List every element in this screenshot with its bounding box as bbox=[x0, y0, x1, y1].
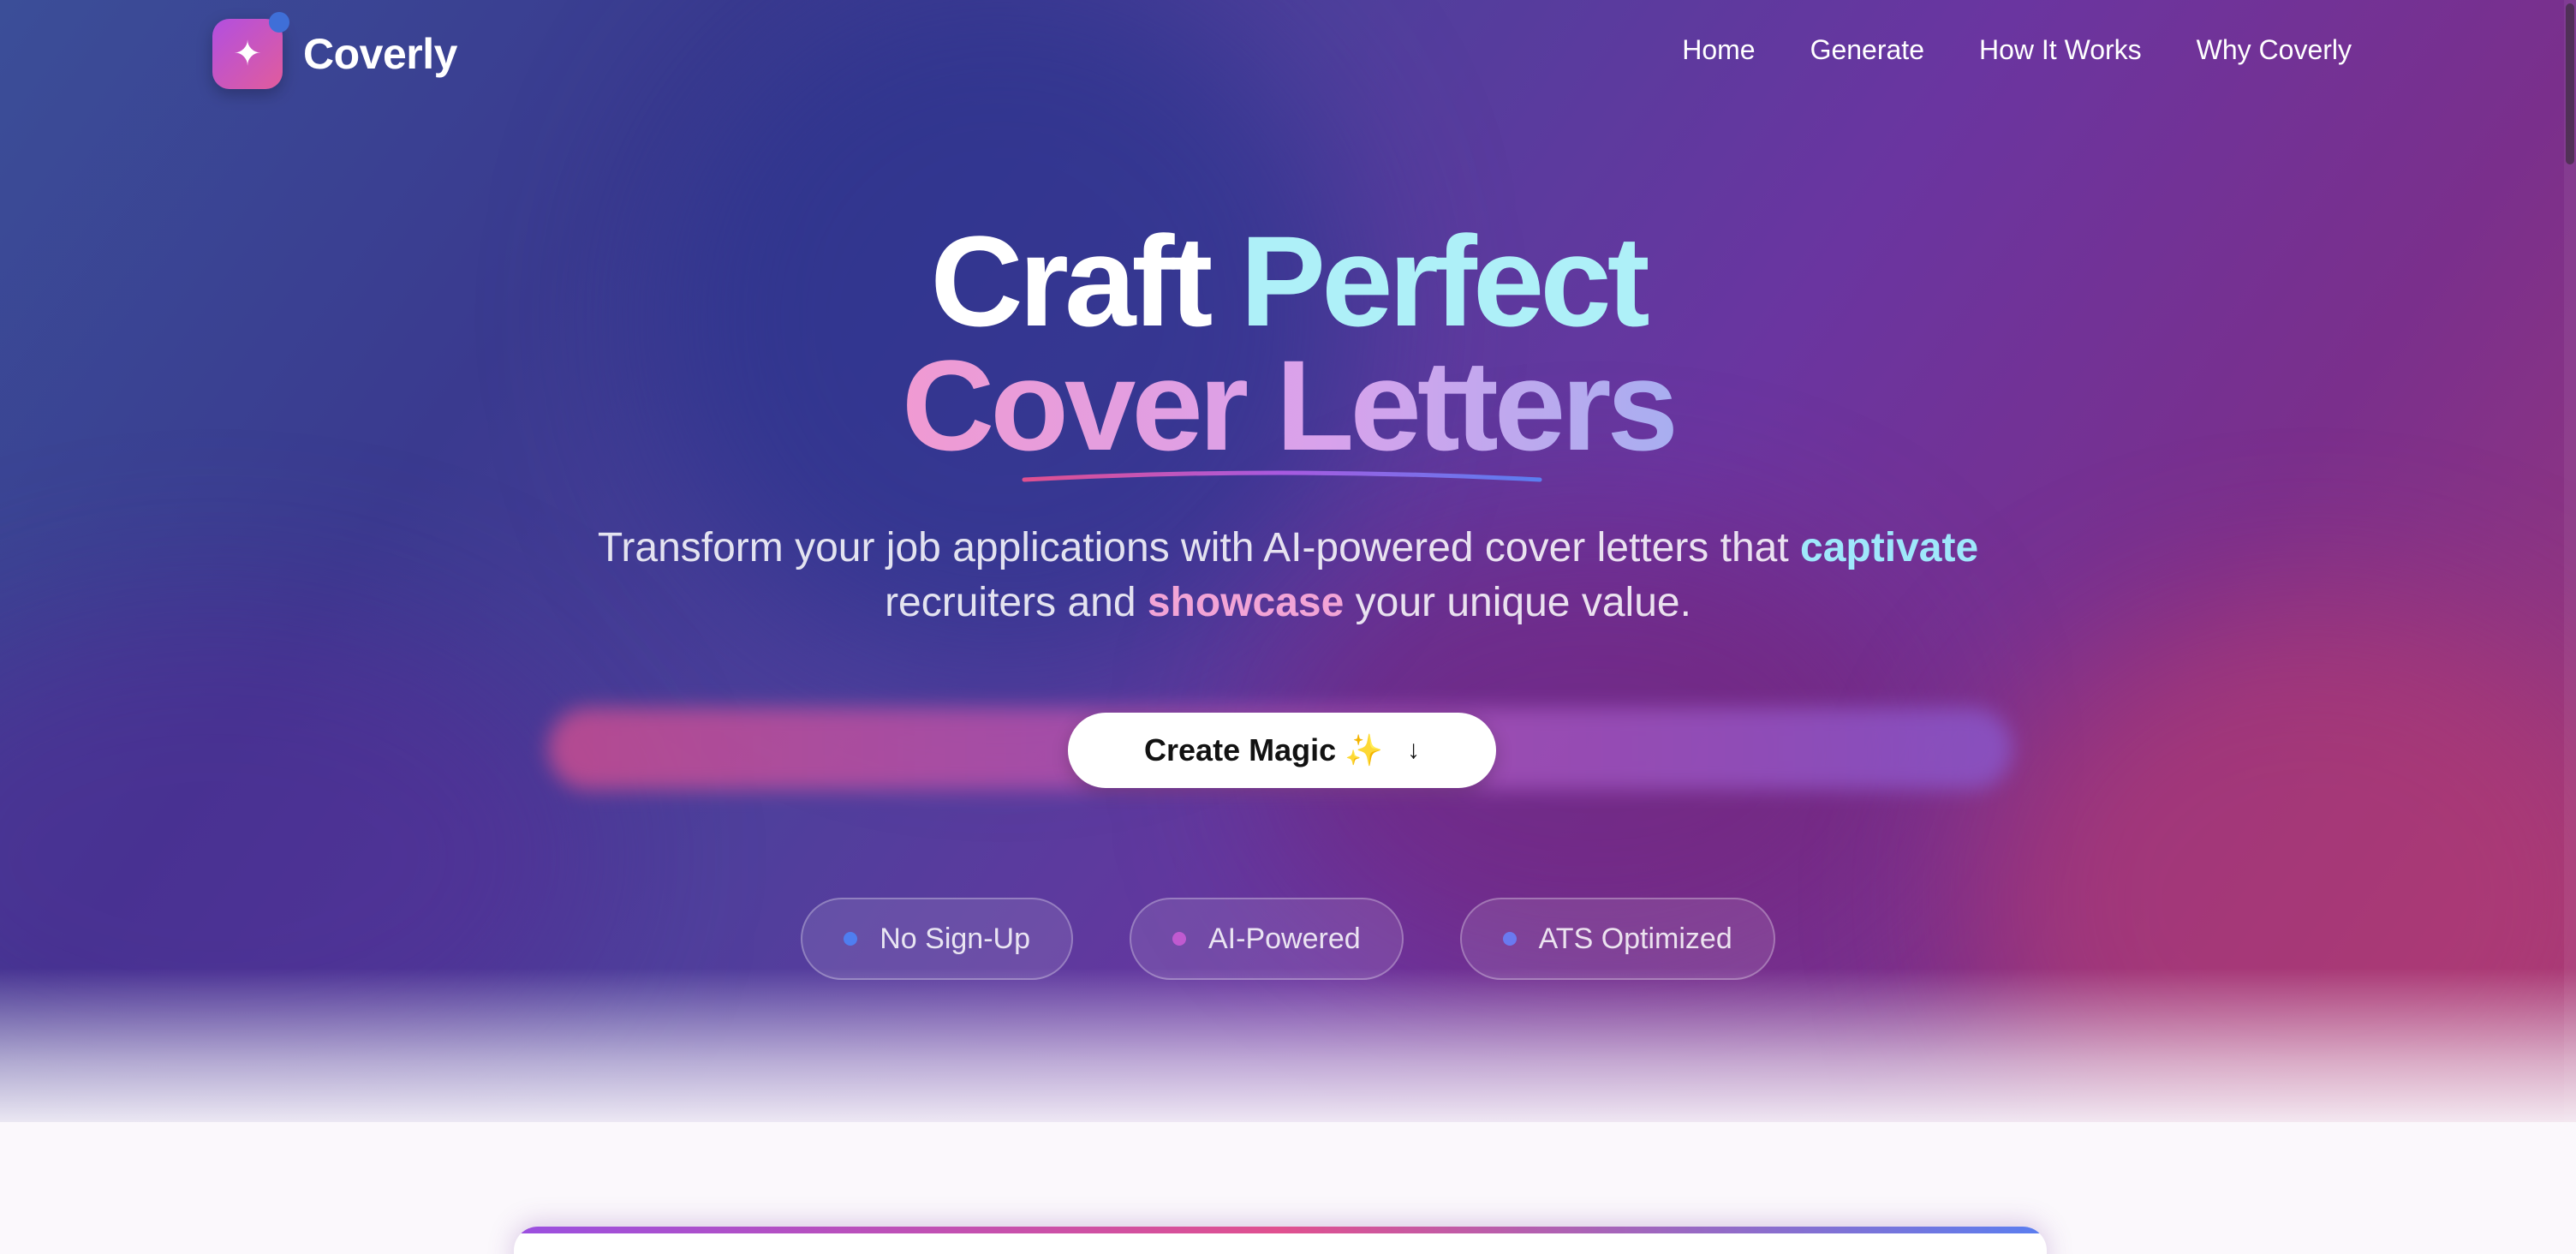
logo-notification-dot bbox=[269, 12, 289, 33]
nav-link-why-coverly[interactable]: Why Coverly bbox=[2197, 34, 2352, 66]
pill-dot bbox=[1172, 932, 1186, 946]
nav-link-home[interactable]: Home bbox=[1682, 34, 1755, 66]
subtitle-text-3: your unique value. bbox=[1344, 580, 1691, 625]
subtitle-text-1: Transform your job applications with AI-… bbox=[597, 525, 1801, 570]
subtitle-highlight-captivate: captivate bbox=[1800, 525, 1979, 570]
top-navbar: ✦ Coverly Home Generate How It Works Why… bbox=[0, 0, 2576, 111]
pill-label: ATS Optimized bbox=[1538, 922, 1732, 955]
scrollbar-thumb[interactable] bbox=[2566, 3, 2574, 164]
page-scrollbar[interactable] bbox=[2564, 0, 2576, 1254]
subtitle-highlight-showcase: showcase bbox=[1147, 580, 1345, 625]
create-magic-button[interactable]: Create Magic ✨ ↓ bbox=[1068, 713, 1496, 788]
nav-link-how-it-works[interactable]: How It Works bbox=[1979, 34, 2142, 66]
arrow-down-icon: ↓ bbox=[1406, 736, 1420, 764]
headline-word-perfect: Perfect bbox=[1240, 209, 1650, 353]
hero-headline: Craft Perfect Cover Letters bbox=[0, 217, 2576, 469]
feature-pill-ai-powered: AI-Powered bbox=[1130, 898, 1404, 980]
generator-card bbox=[514, 1227, 2047, 1254]
logo-badge: ✦ bbox=[212, 12, 289, 89]
headline-cover-letters: Cover Letters bbox=[901, 333, 1679, 477]
nav-links: Home Generate How It Works Why Coverly bbox=[1682, 34, 2352, 66]
pill-label: No Sign-Up bbox=[880, 922, 1030, 955]
headline-underline bbox=[1022, 470, 1542, 482]
cta-label: Create Magic ✨ bbox=[1144, 732, 1383, 767]
headline-word-craft: Craft bbox=[930, 209, 1213, 353]
brand-name: Coverly bbox=[303, 30, 457, 78]
feature-pills: No Sign-Up AI-Powered ATS Optimized bbox=[0, 898, 2576, 980]
brand-logo[interactable]: ✦ Coverly bbox=[212, 12, 457, 89]
feature-pill-no-sign-up: No Sign-Up bbox=[801, 898, 1073, 980]
sparkle-icon: ✦ bbox=[233, 35, 262, 73]
page: ✦ Coverly Home Generate How It Works Why… bbox=[0, 0, 2576, 1254]
hero-fade bbox=[0, 968, 2576, 1139]
pill-dot bbox=[1502, 932, 1517, 946]
hero-subtitle: Transform your job applications with AI-… bbox=[0, 521, 2576, 630]
nav-link-generate[interactable]: Generate bbox=[1810, 34, 1924, 66]
pill-dot bbox=[844, 932, 858, 946]
pill-label: AI-Powered bbox=[1208, 922, 1361, 955]
feature-pill-ats-optimized: ATS Optimized bbox=[1459, 898, 1775, 980]
subtitle-text-2: recruiters and bbox=[885, 580, 1148, 625]
